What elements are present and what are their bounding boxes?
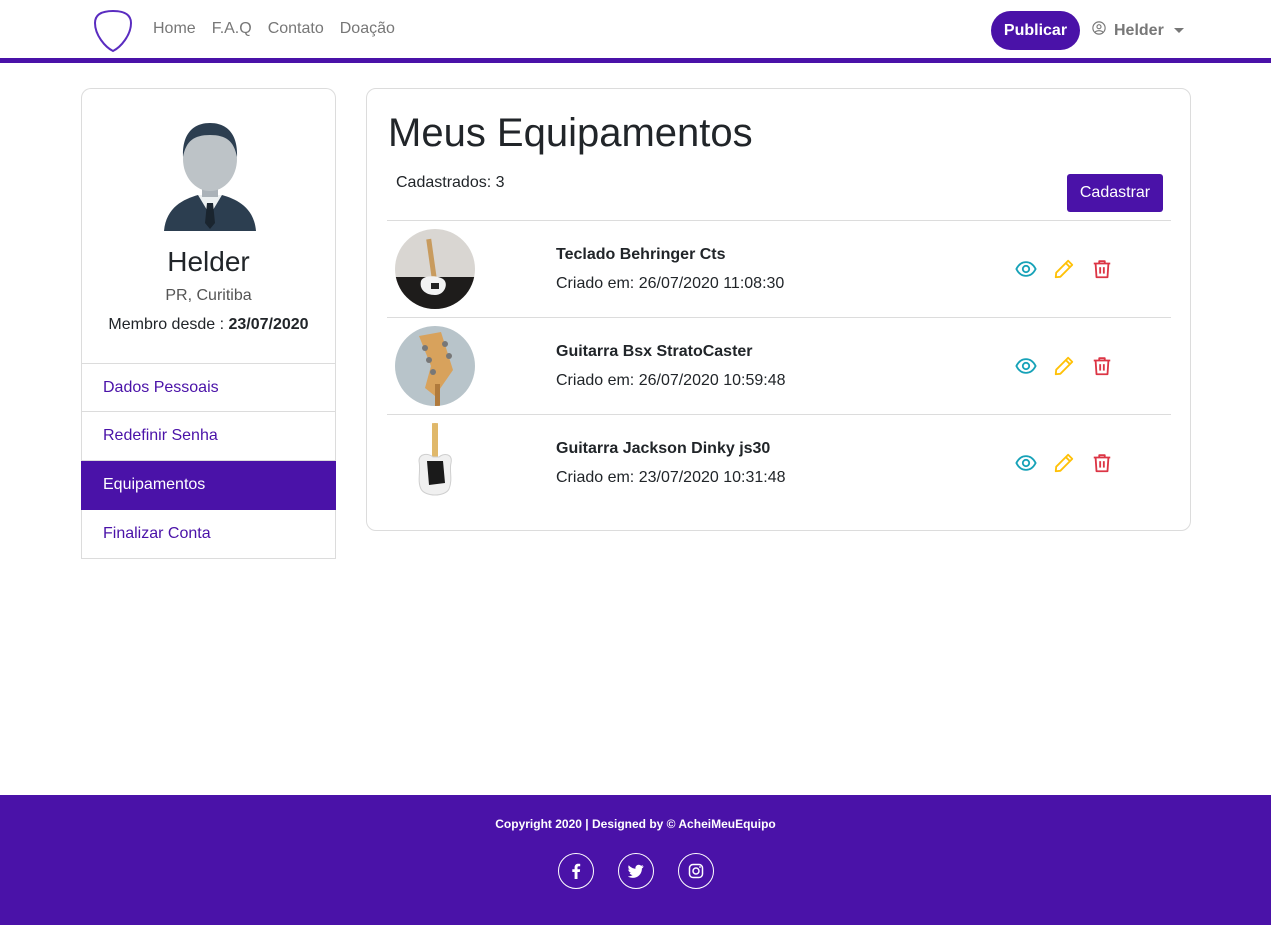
equipment-date: Criado em: 26/07/2020 11:08:30 [556,275,785,292]
navbar: Home F.A.Q Contato Doação Publicar Helde… [0,0,1271,63]
facebook-icon[interactable] [558,853,594,889]
equipment-name: Teclado Behringer Cts [556,246,726,263]
eye-icon[interactable] [1015,355,1037,377]
side-menu-item-dados-pessoais[interactable]: Dados Pessoais [81,363,336,412]
nav-link-faq[interactable]: F.A.Q [212,20,252,38]
trash-icon[interactable] [1091,452,1113,474]
side-menu-item-finalizar-conta[interactable]: Finalizar Conta [81,510,336,559]
nav-links: Home F.A.Q Contato Doação [153,20,395,38]
member-since-label: Membro desde : [108,316,229,333]
trash-icon[interactable] [1091,355,1113,377]
avatar [164,119,256,231]
trash-icon[interactable] [1091,258,1113,280]
nav-link-contato[interactable]: Contato [268,20,324,38]
equipment-row: Guitarra Bsx StratoCaster Criado em: 26/… [387,317,1171,414]
equipment-row: Teclado Behringer Cts Criado em: 26/07/2… [387,220,1171,317]
instagram-icon[interactable] [678,853,714,889]
pencil-icon[interactable] [1053,355,1075,377]
chevron-down-icon [1173,28,1184,33]
nav-link-home[interactable]: Home [153,20,196,38]
profile-card: Helder PR, Curitiba Membro desde : 23/07… [81,88,336,364]
pencil-icon[interactable] [1053,452,1075,474]
logo-icon[interactable] [93,9,133,53]
user-circle-icon [1092,21,1106,40]
register-equipment-button[interactable]: Cadastrar [1067,174,1163,212]
equipment-thumbnail[interactable] [395,229,475,309]
social-links [558,853,714,889]
publish-button[interactable]: Publicar [991,11,1080,50]
profile-name: Helder [167,246,250,277]
user-menu-dropdown[interactable]: Helder [1092,21,1184,40]
equipment-date: Criado em: 26/07/2020 10:59:48 [556,372,786,389]
equipment-actions [1015,258,1113,280]
equipment-date: Criado em: 23/07/2020 10:31:48 [556,469,786,486]
pencil-icon[interactable] [1053,258,1075,280]
user-name: Helder [1114,21,1164,39]
equipment-actions [1015,452,1113,474]
side-menu: Dados Pessoais Redefinir Senha Equipamen… [81,363,336,559]
profile-location: PR, Curitiba [165,287,252,304]
equipment-row: Guitarra Jackson Dinky js30 Criado em: 2… [387,414,1171,511]
side-menu-label: Equipamentos [103,476,206,493]
eye-icon[interactable] [1015,258,1037,280]
member-since: Membro desde : 23/07/2020 [82,316,335,334]
side-menu-item-redefinir-senha[interactable]: Redefinir Senha [81,412,336,461]
member-since-date: 23/07/2020 [228,316,309,333]
side-menu-item-equipamentos[interactable]: Equipamentos [81,461,336,510]
side-menu-label: Dados Pessoais [103,378,219,396]
equipment-list: Teclado Behringer Cts Criado em: 26/07/2… [387,220,1171,511]
page-title: Meus Equipamentos [388,111,753,155]
equipments-count: Cadastrados: 3 [396,174,505,191]
equipments-card: Meus Equipamentos Cadastrados: 3 Cadastr… [366,88,1191,531]
copyright-text: Copyright 2020 | Designed by © AcheiMeuE… [495,817,776,831]
equipment-name: Guitarra Jackson Dinky js30 [556,440,771,457]
twitter-icon[interactable] [618,853,654,889]
side-menu-label: Redefinir Senha [103,427,218,444]
equipment-thumbnail[interactable] [395,423,475,503]
side-menu-label: Finalizar Conta [103,525,211,542]
equipment-actions [1015,355,1113,377]
nav-link-doacao[interactable]: Doação [340,20,395,38]
footer: Copyright 2020 | Designed by © AcheiMeuE… [0,795,1271,925]
equipment-name: Guitarra Bsx StratoCaster [556,343,753,360]
equipment-thumbnail[interactable] [395,326,475,406]
eye-icon[interactable] [1015,452,1037,474]
